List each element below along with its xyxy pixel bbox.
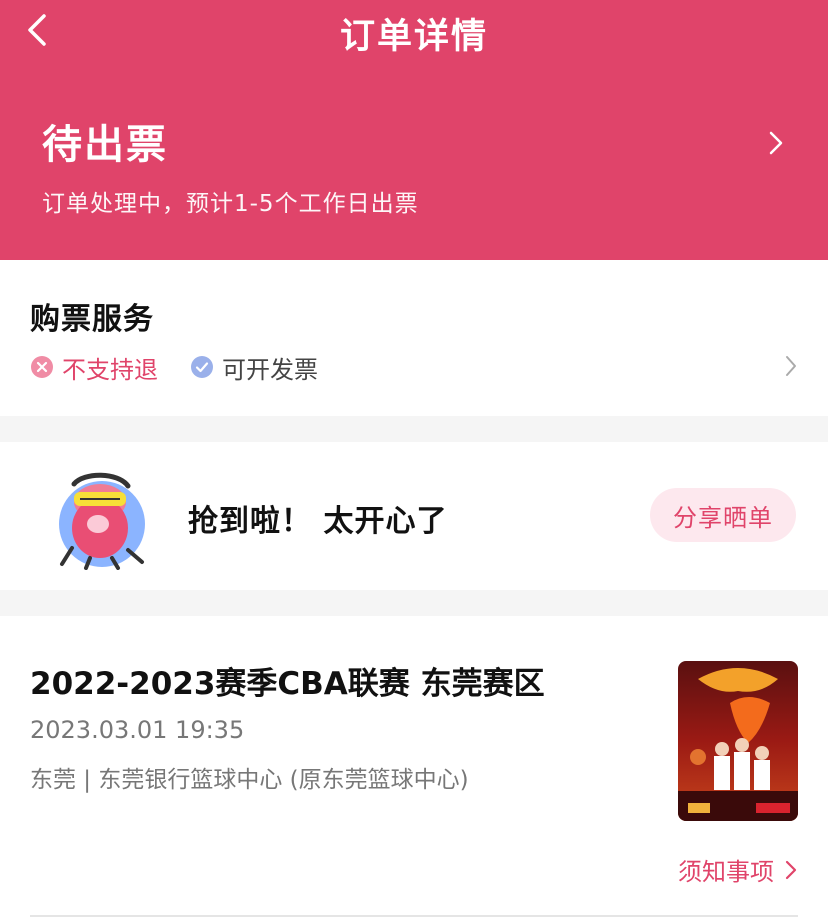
invoice-tag: 可开发票: [190, 350, 318, 384]
x-circle-icon: [31, 356, 53, 378]
event-venue: 东莞 | 东莞银行篮球中心 (原东莞篮球中心): [30, 767, 469, 793]
event-title: 2022-2023赛季CBA联赛 东莞赛区: [30, 666, 545, 702]
check-circle-icon: [191, 356, 213, 378]
share-card: 抢到啦！ 太开心了 分享晒单: [0, 442, 828, 590]
notice-label: 须知事项: [678, 858, 774, 886]
share-order-button[interactable]: 分享晒单: [650, 488, 796, 542]
service-title: 购票服务: [30, 302, 154, 337]
share-message: 抢到啦！ 太开心了: [188, 504, 448, 539]
notice-link[interactable]: 须知事项: [678, 852, 798, 887]
chevron-right-icon: [785, 860, 797, 879]
invoice-label: 可开发票: [222, 355, 318, 384]
no-refund-label: 不支持退: [62, 355, 158, 384]
order-detail-page: 订单详情 待出票 订单处理中，预计1-5个工作日出票 购票服务 不支持退 可开发…: [0, 0, 828, 917]
no-refund-tag: 不支持退: [30, 350, 158, 384]
chevron-right-icon[interactable]: [766, 128, 786, 158]
chevron-right-icon[interactable]: [784, 354, 798, 378]
event-poster[interactable]: [678, 661, 798, 821]
order-status-title[interactable]: 待出票: [42, 112, 168, 170]
event-card[interactable]: 2022-2023赛季CBA联赛 东莞赛区 2023.03.01 19:35 东…: [0, 616, 828, 917]
status-header: 订单详情 待出票 订单处理中，预计1-5个工作日出票: [0, 0, 828, 260]
order-status-description: 订单处理中，预计1-5个工作日出票: [42, 191, 419, 217]
page-title: 订单详情: [339, 17, 488, 57]
mascot-avatar: [59, 472, 145, 570]
ticket-service-card[interactable]: 购票服务 不支持退 可开发票: [0, 260, 828, 416]
event-datetime: 2023.03.01 19:35: [30, 716, 245, 744]
